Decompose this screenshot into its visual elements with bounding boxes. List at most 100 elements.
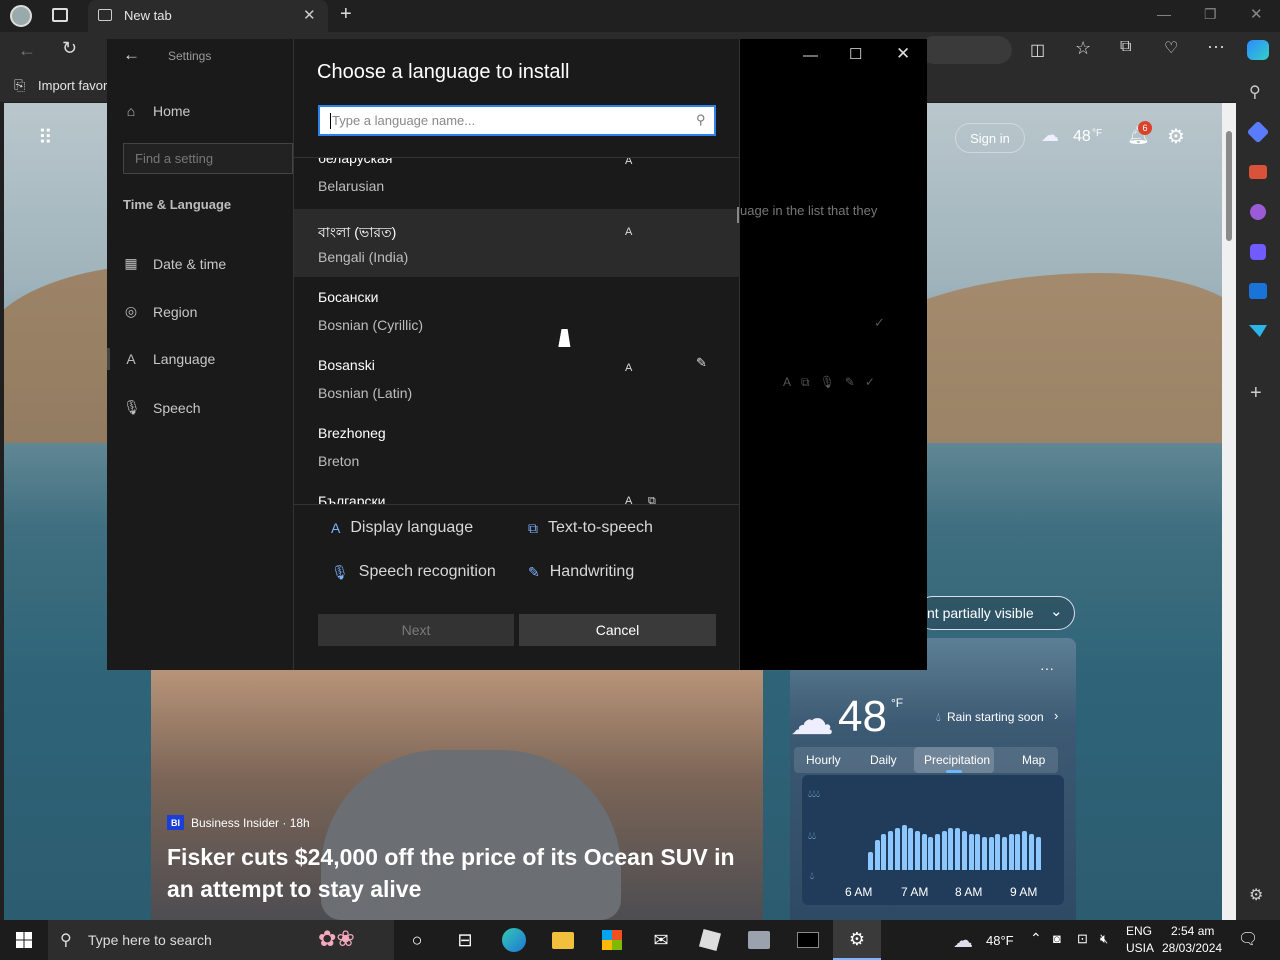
clock-time[interactable]: 2:54 am [1171, 924, 1214, 938]
tab-hourly[interactable]: Hourly [806, 753, 841, 767]
input-region[interactable]: USIA [1126, 941, 1154, 955]
back-arrow-icon[interactable]: ← [123, 45, 140, 65]
refresh-icon[interactable]: ↻ [62, 38, 77, 59]
input-language[interactable]: ENG [1126, 924, 1152, 938]
send-icon[interactable] [1249, 325, 1267, 337]
terminal-icon[interactable] [784, 920, 832, 960]
language-search-input[interactable]: Type a language name... ⚲ [318, 105, 716, 136]
news-headline[interactable]: Fisker cuts $24,000 off the price of its… [167, 841, 747, 905]
store-icon[interactable] [588, 920, 636, 960]
minimize-icon[interactable]: — [1157, 6, 1171, 22]
mail-icon[interactable]: ✉ [637, 920, 685, 960]
language-native-name: Български [318, 493, 386, 505]
chevron-up-icon[interactable]: ⌃ [1030, 930, 1042, 947]
news-source: Business Insider · 18h [191, 816, 310, 830]
favorites-icon[interactable]: ☆ [1075, 38, 1091, 59]
taskbar-temperature[interactable]: 48°F [986, 933, 1014, 948]
restore-icon[interactable]: ❐ [1204, 6, 1217, 23]
file-explorer-icon[interactable] [539, 920, 587, 960]
weather-temperature: 48 [838, 692, 887, 741]
apps-launcher-icon[interactable]: ⠿ [38, 125, 53, 150]
language-item[interactable]: Босански Bosnian (Cyrillic) [294, 277, 740, 345]
cortana-icon[interactable]: ○ [393, 920, 441, 960]
tab-close-icon[interactable]: ✕ [303, 6, 316, 24]
nav-speech[interactable]: 🎙︎ Speech [123, 399, 200, 416]
page-icon [98, 9, 112, 21]
settings-taskbar-icon[interactable]: ⚙ [833, 920, 881, 960]
language-item[interactable]: беларуская Belarusian A [294, 158, 740, 206]
copilot-app-icon[interactable] [1250, 244, 1266, 260]
settings-nav: ← Settings ⌂ Home Find a setting Time & L… [107, 39, 293, 670]
news-card[interactable]: BI Business Insider · 18h Fisker cuts $2… [151, 670, 763, 920]
roblox-icon[interactable] [686, 920, 734, 960]
back-icon[interactable]: ← [18, 40, 36, 61]
language-list[interactable]: беларуская Belarusian A বাংলা (ভারত) Ben… [294, 157, 740, 505]
settings-minimize-icon[interactable]: — [803, 47, 818, 64]
tab-new-tab[interactable]: New tab ✕ [88, 0, 328, 32]
more-options-icon[interactable]: ··· [1040, 660, 1054, 676]
performance-icon[interactable]: ♡ [1164, 38, 1178, 58]
nav-language[interactable]: A Language [123, 351, 215, 367]
split-screen-icon[interactable]: ◫ [1030, 40, 1045, 60]
settings-close-icon[interactable]: ✕ [896, 44, 910, 64]
tab-map[interactable]: Map [1022, 753, 1045, 767]
handwriting-icon: ✎ [696, 355, 707, 370]
weather-dropdown-label: nt partially visible [927, 605, 1034, 621]
more-icon[interactable]: ··· [1207, 36, 1225, 57]
precipitation-chart: 💧︎💧︎💧︎ 💧︎💧︎ 💧︎ 6 AM 7 AM 8 AM 9 AM [802, 775, 1064, 905]
games-icon[interactable] [1250, 204, 1266, 220]
tag-icon[interactable] [1246, 120, 1270, 144]
weather-dropdown[interactable]: nt partially visible ⌄ [916, 596, 1075, 630]
legend-label: Speech recognition [358, 563, 496, 580]
chevron-right-icon[interactable]: › [1054, 708, 1058, 723]
clock-date[interactable]: 28/03/2024 [1162, 941, 1222, 955]
nav-region[interactable]: ◎ Region [123, 303, 197, 320]
toolbox-icon[interactable] [1249, 165, 1267, 179]
next-button[interactable]: Next [318, 614, 514, 646]
app-icon[interactable] [735, 920, 783, 960]
start-button[interactable] [0, 920, 48, 960]
close-window-icon[interactable]: ✕ [1250, 5, 1263, 23]
nav-date-time[interactable]: ▦ Date & time [123, 255, 226, 272]
task-view-icon[interactable]: ⊟ [441, 920, 489, 960]
taskbar-search-box[interactable]: ⚲ Type here to search ✿❀ [48, 920, 394, 960]
collections-icon[interactable]: ⧉ [1120, 38, 1131, 56]
address-input[interactable] [920, 36, 1012, 64]
weather-tabs: Hourly Daily Precipitation Map [794, 747, 1058, 773]
tab-precipitation[interactable]: Precipitation [914, 747, 994, 773]
scrollbar-thumb[interactable] [1226, 131, 1232, 241]
precipitation-bar [941, 831, 947, 870]
language-item[interactable]: Bosanski Bosnian (Latin) A ✎ [294, 345, 740, 413]
network-icon[interactable]: ⊡ [1077, 931, 1088, 947]
sidebar-settings-icon[interactable]: ⚙ [1249, 885, 1263, 905]
search-icon[interactable]: ⚲ [1249, 82, 1261, 102]
notification-center-icon[interactable]: 🗨︎ [1238, 929, 1258, 949]
add-icon[interactable]: + [1250, 382, 1262, 405]
profile-avatar[interactable] [10, 5, 32, 27]
camera-icon[interactable]: ◙ [1053, 931, 1061, 946]
page-settings-icon[interactable]: ⚙ [1167, 124, 1185, 149]
page-scrollbar[interactable] [1222, 103, 1236, 920]
copilot-icon[interactable] [1247, 40, 1269, 60]
cancel-button[interactable]: Cancel [519, 614, 716, 646]
header-temperature[interactable]: 48 [1073, 128, 1091, 146]
volume-muted-icon[interactable]: 🔇︎ [1100, 931, 1108, 947]
edge-icon[interactable] [490, 920, 538, 960]
import-favorites-link[interactable]: Import favori [38, 78, 110, 93]
language-item[interactable]: বাংলা (ভারত) Bengali (India) A [294, 209, 740, 277]
new-tab-icon[interactable]: + [340, 3, 352, 26]
rain-forecast[interactable]: Rain starting soon [947, 710, 1044, 724]
language-item[interactable]: Brezhoneg Breton [294, 413, 740, 481]
precipitation-bar [1002, 837, 1007, 870]
outlook-icon[interactable] [1249, 283, 1267, 299]
tab-actions-icon[interactable] [52, 8, 68, 22]
tab-daily[interactable]: Daily [870, 753, 897, 767]
list-scrollbar[interactable] [737, 207, 739, 223]
precipitation-bar [988, 837, 994, 870]
find-setting-input[interactable]: Find a setting [123, 143, 293, 174]
weather-icon: ☁ [953, 930, 973, 952]
settings-maximize-icon[interactable]: ☐ [849, 45, 862, 63]
sign-in-button[interactable]: Sign in [955, 123, 1025, 153]
nav-home[interactable]: ⌂ Home [123, 103, 191, 119]
language-item[interactable]: Български A ⧉ [294, 481, 740, 505]
